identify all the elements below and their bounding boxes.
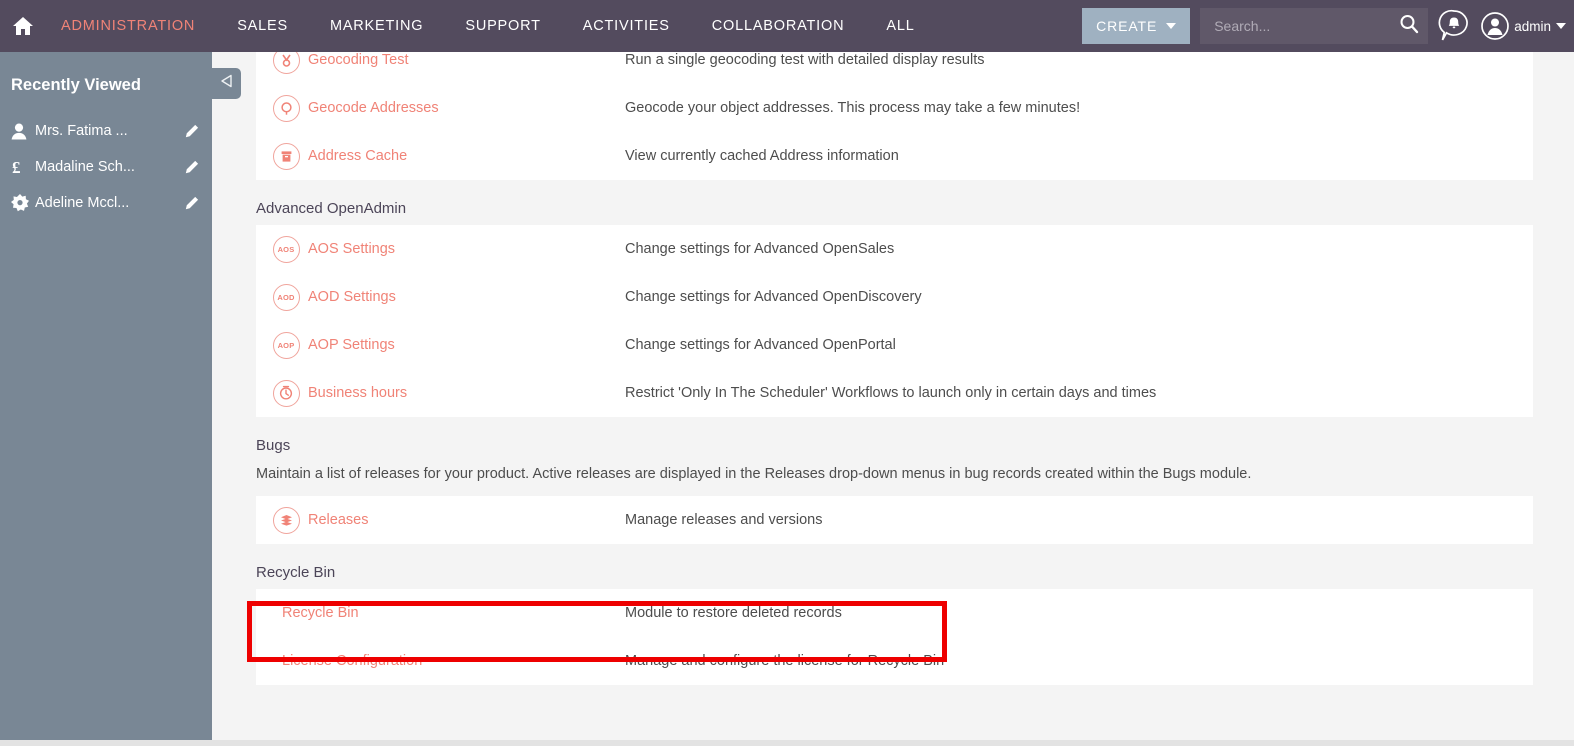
admin-row-description: Manage releases and versions xyxy=(625,512,823,528)
list-item[interactable]: Mrs. Fatima ... xyxy=(0,113,212,149)
nav-item-administration[interactable]: ADMINISTRATION xyxy=(40,0,216,52)
nav-item-marketing[interactable]: MARKETING xyxy=(309,0,444,52)
create-button-label: CREATE xyxy=(1096,18,1158,34)
chevron-down-icon xyxy=(1166,23,1177,29)
admin-row-title[interactable]: Address Cache xyxy=(308,148,407,164)
nav-item-all[interactable]: ALL xyxy=(865,0,935,52)
admin-row-title[interactable]: Releases xyxy=(308,512,368,528)
admin-row-description: View currently cached Address informatio… xyxy=(625,148,899,164)
admin-panel-bugs: Releases Manage releases and versions xyxy=(256,496,1533,544)
address-cache-icon xyxy=(264,142,308,170)
admin-row-recycle-bin[interactable]: Recycle Bin Module to restore deleted re… xyxy=(256,589,1533,637)
sidebar-collapse-button[interactable] xyxy=(212,68,241,99)
admin-row-description: Geocode your object addresses. This proc… xyxy=(625,100,1081,116)
collapse-left-icon xyxy=(220,74,233,93)
admin-row-releases[interactable]: Releases Manage releases and versions xyxy=(256,496,1533,544)
section-heading-advanced-openadmin: Advanced OpenAdmin xyxy=(256,200,407,217)
admin-row-title[interactable]: Geocode Addresses xyxy=(308,100,439,116)
notification-bell-icon[interactable] xyxy=(1438,9,1470,43)
search-box[interactable] xyxy=(1200,8,1429,44)
user-avatar-icon[interactable] xyxy=(1480,11,1510,41)
search-input[interactable] xyxy=(1214,18,1399,34)
geocode-addresses-icon xyxy=(264,94,308,122)
pencil-icon[interactable] xyxy=(182,196,200,211)
admin-row-description: Module to restore deleted records xyxy=(625,605,842,621)
page-bottom-rule xyxy=(0,740,1574,746)
nav-item-support[interactable]: SUPPORT xyxy=(444,0,561,52)
admin-row-description: Restrict 'Only In The Scheduler' Workflo… xyxy=(625,385,1157,401)
pencil-icon[interactable] xyxy=(182,160,200,175)
search-icon[interactable] xyxy=(1398,13,1420,40)
section-heading-bugs: Bugs xyxy=(256,437,291,454)
admin-row-aod-settings[interactable]: AOD AOD Settings Change settings for Adv… xyxy=(256,273,1533,321)
home-icon[interactable] xyxy=(6,13,40,39)
admin-row-title[interactable]: Business hours xyxy=(308,385,407,401)
aos-icon-label: AOS xyxy=(272,235,300,263)
svg-text:£: £ xyxy=(12,158,21,176)
admin-content-area: Geocoding Test Run a single geocoding te… xyxy=(212,52,1574,740)
aop-icon-label: AOP xyxy=(272,331,300,359)
admin-row-description: Change settings for Advanced OpenPortal xyxy=(625,337,896,353)
releases-layers-icon xyxy=(264,506,308,534)
admin-row-description: Change settings for Advanced OpenSales xyxy=(625,241,895,257)
list-item[interactable]: £ Madaline Sch... xyxy=(0,149,212,185)
admin-row-title[interactable]: AOD Settings xyxy=(308,289,396,305)
admin-panel-recycle-bin: Recycle Bin Module to restore deleted re… xyxy=(256,589,1533,685)
aod-icon-label: AOD xyxy=(272,283,300,311)
main-nav: ADMINISTRATION SALES MARKETING SUPPORT A… xyxy=(40,0,936,52)
section-heading-recycle-bin: Recycle Bin xyxy=(256,564,336,581)
list-item-label: Madaline Sch... xyxy=(35,159,135,175)
admin-row-title[interactable]: AOP Settings xyxy=(308,337,395,353)
pencil-icon[interactable] xyxy=(182,124,200,139)
aos-settings-icon: AOS xyxy=(264,235,308,263)
recently-viewed-list: Mrs. Fatima ... £ Madaline Sch... Adelin… xyxy=(0,113,212,221)
opportunity-pound-icon: £ xyxy=(11,158,35,176)
admin-row-title[interactable]: Recycle Bin xyxy=(282,605,359,621)
topbar-right-cluster: CREATE Search... admin xyxy=(1082,0,1574,52)
admin-row-title[interactable]: AOS Settings xyxy=(308,241,395,257)
admin-row-business-hours[interactable]: Business hours Restrict 'Only In The Sch… xyxy=(256,369,1533,417)
list-item[interactable]: Adeline Mccl... xyxy=(0,185,212,221)
chevron-down-icon[interactable] xyxy=(1556,23,1566,29)
user-menu-label[interactable]: admin xyxy=(1514,19,1551,34)
admin-row-geocoding-test[interactable]: Geocoding Test Run a single geocoding te… xyxy=(256,52,1533,84)
aop-settings-icon: AOP xyxy=(264,331,308,359)
admin-row-description: Change settings for Advanced OpenDiscove… xyxy=(625,289,922,305)
nav-item-collaboration[interactable]: COLLABORATION xyxy=(691,0,866,52)
admin-row-license-configuration[interactable]: License Configuration Manage and configu… xyxy=(256,637,1533,685)
sidebar: Recently Viewed Mrs. Fatima ... £ Madali… xyxy=(0,52,241,740)
admin-row-geocode-addresses[interactable]: Geocode Addresses Geocode your object ad… xyxy=(256,84,1533,132)
admin-row-address-cache[interactable]: Address Cache View currently cached Addr… xyxy=(256,132,1533,180)
admin-row-aos-settings[interactable]: AOS AOS Settings Change settings for Adv… xyxy=(256,225,1533,273)
top-navigation-bar: ADMINISTRATION SALES MARKETING SUPPORT A… xyxy=(0,0,1574,52)
create-button[interactable]: CREATE xyxy=(1082,8,1191,44)
admin-row-description: Run a single geocoding test with detaile… xyxy=(625,52,985,68)
list-item-label: Mrs. Fatima ... xyxy=(35,123,128,139)
nav-item-activities[interactable]: ACTIVITIES xyxy=(562,0,691,52)
geocoding-test-icon xyxy=(264,52,308,74)
list-item-label: Adeline Mccl... xyxy=(35,195,130,211)
contact-person-icon xyxy=(11,123,35,140)
admin-row-aop-settings[interactable]: AOP AOP Settings Change settings for Adv… xyxy=(256,321,1533,369)
lead-star-icon xyxy=(11,194,35,212)
sidebar-title: Recently Viewed xyxy=(11,76,141,94)
aod-settings-icon: AOD xyxy=(264,283,308,311)
admin-row-description: Manage and configure the license for Rec… xyxy=(625,653,945,669)
admin-panel-advanced-openadmin: AOS AOS Settings Change settings for Adv… xyxy=(256,225,1533,417)
nav-item-sales[interactable]: SALES xyxy=(216,0,309,52)
admin-panel-maps: Geocoding Test Run a single geocoding te… xyxy=(256,52,1533,180)
business-hours-clock-icon xyxy=(264,379,308,407)
admin-row-title[interactable]: Geocoding Test xyxy=(308,52,409,68)
admin-row-title[interactable]: License Configuration xyxy=(282,653,422,669)
section-subtitle-bugs: Maintain a list of releases for your pro… xyxy=(256,466,1252,482)
